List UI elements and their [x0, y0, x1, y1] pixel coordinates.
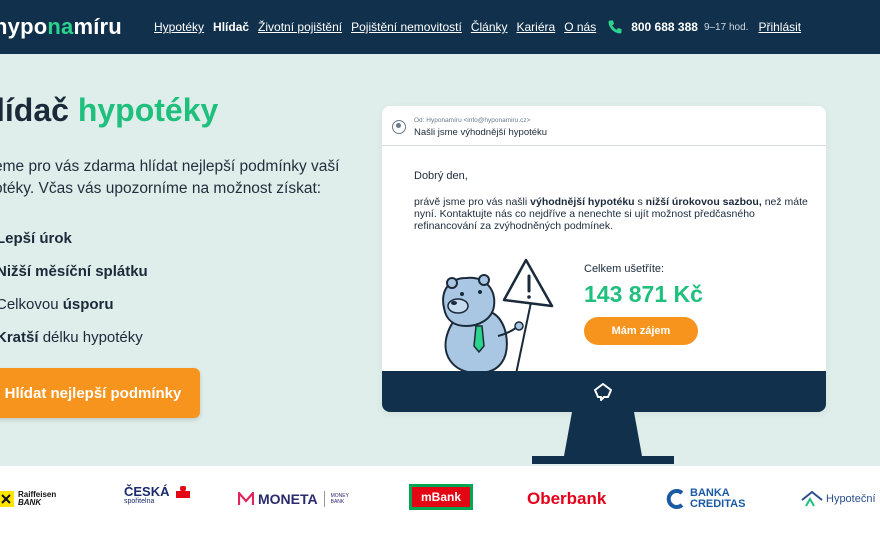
nav-link-o-nas[interactable]: O nás [564, 20, 596, 34]
interest-button[interactable]: Mám zájem [584, 317, 698, 345]
phone-number[interactable]: 800 688 388 [631, 20, 698, 34]
phone-icon [608, 20, 622, 34]
nav-link-hypoteky[interactable]: Hypotéky [154, 20, 204, 34]
oberbank-logo: Oberbank [527, 489, 607, 508]
savings-value: 143 871 Kč [584, 281, 703, 307]
moneta-logo: MONETA MONEY BANK [238, 484, 349, 514]
email-header: Od: Hyponamíru <info@hyponamiru.cz> Našl… [382, 106, 826, 146]
hypotecni-banka-logo: Hypoteční [800, 484, 876, 514]
page-title: lídač hypotéky [0, 92, 219, 128]
monitor-stand [532, 412, 674, 464]
beaver-mascot-icon [442, 258, 554, 374]
raiffeisen-cross-icon [0, 491, 14, 507]
email-preview-monitor: Od: Hyponamíru <info@hyponamiru.cz> Našl… [382, 106, 826, 412]
opening-hours: 9–17 hod. [703, 21, 749, 33]
watch-conditions-button[interactable]: Hlídat nejlepší podmínky [0, 368, 200, 418]
site-logo[interactable]: hyponamíru [0, 14, 122, 40]
benefit-item: Nižší měsíční splátku [0, 263, 148, 280]
cs-emblem-icon [176, 486, 190, 498]
nav-link-pojisteni-nemovitosti[interactable]: Pojištění nemovitostí [351, 20, 462, 34]
benefit-item: Kratší délku hypotéky [0, 329, 143, 346]
login-link[interactable]: Přihlásit [758, 20, 801, 34]
nav-link-clanky[interactable]: Články [471, 20, 508, 34]
hero-description: eme pro vás zdarma hlídat nejlepší podmí… [0, 158, 340, 197]
mbank-logo: mBank [409, 484, 473, 510]
savings-label: Celkem ušetříte: [584, 263, 665, 275]
chat-bubble-icon [594, 383, 612, 401]
user-avatar-icon [392, 120, 406, 134]
raiffeisen-logo: Raiffeisen BANK [0, 484, 56, 514]
banka-creditas-logo: BANKA CREDITAS [665, 484, 745, 514]
benefit-item: Lepší úrok [0, 230, 72, 247]
benefits-list: Lepší úrok Nižší měsíční splátku Celkovo… [0, 230, 148, 362]
creditas-c-icon [666, 489, 684, 509]
nav-link-zivotni-pojisteni[interactable]: Životní pojištění [258, 20, 342, 34]
top-navigation: hyponamíru Hypotéky Hlídač Životní pojiš… [0, 0, 880, 54]
email-greeting: Dobrý den, [414, 170, 468, 182]
moneta-m-icon [238, 492, 254, 505]
partner-banks-strip: Raiffeisen BANK ČESKÁ spořitelna MONETA M… [0, 466, 880, 540]
email-subject: Našli jsme výhodnější hypotéku [414, 127, 548, 138]
nav-links: Hypotéky Hlídač Životní pojištění Pojišt… [154, 19, 810, 35]
ceska-sporitelna-logo: ČESKÁ spořitelna [124, 484, 190, 514]
monitor-bezel [382, 371, 826, 412]
house-icon [801, 490, 823, 507]
nav-link-hlidac[interactable]: Hlídač [213, 20, 249, 34]
nav-link-kariera[interactable]: Kariéra [517, 20, 556, 34]
benefit-item: Celkovou úsporu [0, 296, 114, 313]
email-from: Od: Hyponamíru <info@hyponamiru.cz> [414, 117, 531, 124]
email-body: právě jsme pro vás našli výhodnější hypo… [414, 196, 808, 232]
